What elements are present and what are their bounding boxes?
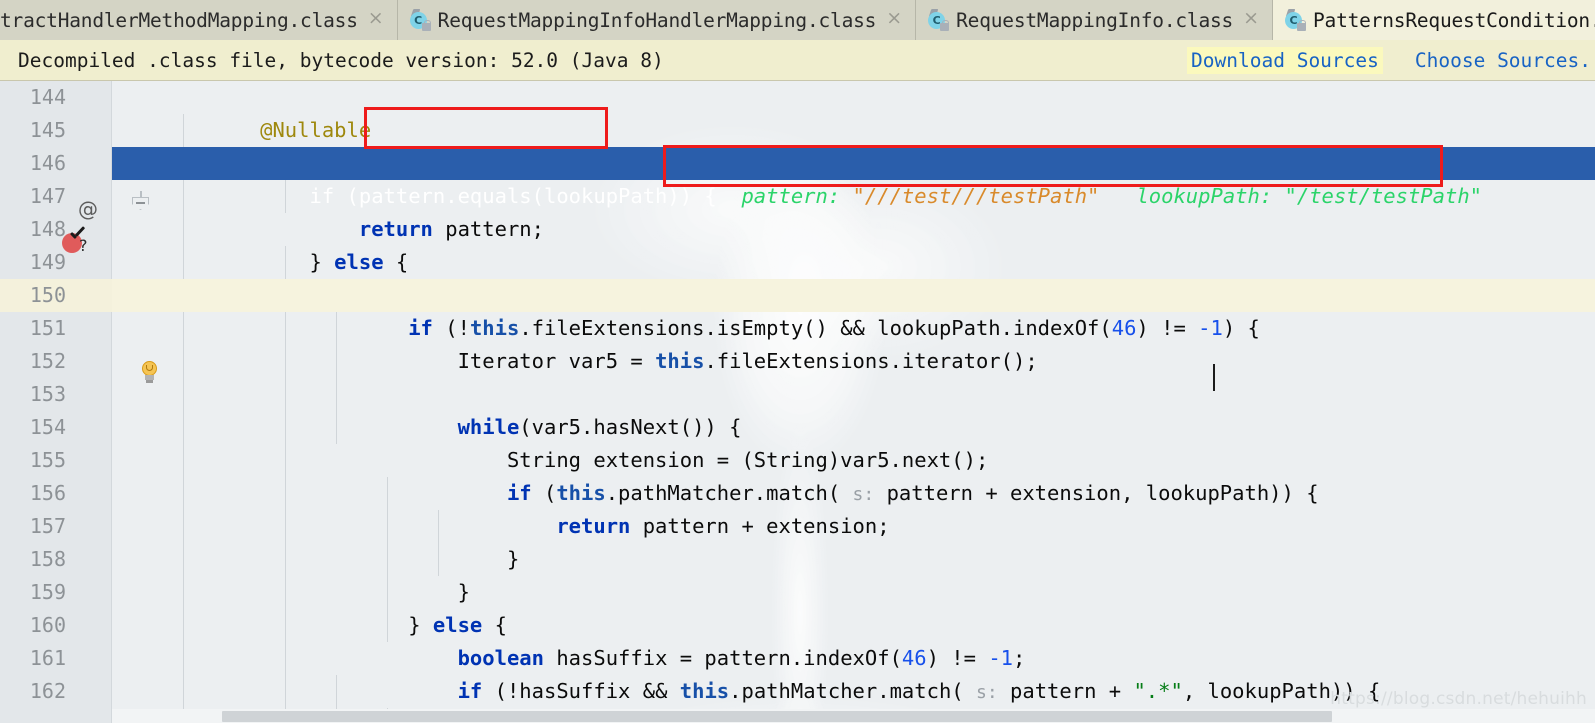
line-number: 152 <box>29 349 66 373</box>
editor-tab-2[interactable]: C RequestMappingInfoHandlerMapping.class… <box>397 0 917 40</box>
line-number: 150 <box>29 283 66 307</box>
java-class-icon: C <box>928 9 950 31</box>
notification-links: Download Sources Choose Sources. <box>1187 46 1595 74</box>
line-number: 145 <box>29 118 66 142</box>
code-line-157[interactable]: } <box>112 510 1595 571</box>
line-number: 159 <box>29 580 66 604</box>
code-line-149[interactable]: if (this.useSuffixPatternMatch) { <box>112 246 1595 307</box>
code-line-160[interactable]: boolean hasSuffix = pattern.indexOf(46) … <box>112 609 1595 670</box>
code-line-156[interactable]: return pattern + extension; <box>112 477 1595 538</box>
breakpoint-verified-conditional-icon[interactable]: ? <box>62 229 92 257</box>
editor-tab-label: tractHandlerMethodMapping.class <box>0 8 358 32</box>
line-number: 156 <box>29 481 66 505</box>
code-line-161[interactable]: if (!hasSuffix && this.pathMatcher.match… <box>112 642 1595 703</box>
editor-tab-label: RequestMappingInfo.class <box>956 8 1234 32</box>
horizontal-scrollbar-thumb[interactable] <box>222 711 1332 722</box>
code-line-144[interactable]: @Nullable <box>112 81 1595 142</box>
line-number: 161 <box>29 646 66 670</box>
at-sign-icon[interactable]: @ <box>78 199 98 219</box>
code-line-145[interactable]: private String getMatchingPattern(String… <box>112 114 1595 175</box>
code-line-155[interactable]: if (this.pathMatcher.match( s: pattern +… <box>112 444 1595 505</box>
code-line-154[interactable]: String extension = (String)var5.next(); <box>112 411 1595 472</box>
choose-sources-link[interactable]: Choose Sources. <box>1411 47 1595 74</box>
close-icon[interactable]: × <box>1240 9 1262 31</box>
line-number: 153 <box>29 382 66 406</box>
line-number: 162 <box>29 679 66 703</box>
code-line-151[interactable]: Iterator var5 = this.fileExtensions.iter… <box>112 312 1595 373</box>
editor-tab-bar: tractHandlerMethodMapping.class × C Requ… <box>0 0 1595 40</box>
code-line-153[interactable]: while(var5.hasNext()) { <box>112 378 1595 439</box>
line-number: 155 <box>29 448 66 472</box>
line-number: 148 <box>29 217 66 241</box>
code-line-158[interactable]: } <box>112 543 1595 604</box>
code-line-152-blank[interactable] <box>112 345 1595 378</box>
page-watermark: https://blog.csdn.net/hehuihh <box>1330 689 1587 709</box>
code-line-150-caret[interactable]: if (!this.fileExtensions.isEmpty() && lo… <box>112 279 1595 340</box>
editor-tab-3[interactable]: C RequestMappingInfo.class × <box>916 0 1274 40</box>
editor-tab-4-active[interactable]: C PatternsRequestCondition.class × <box>1273 0 1595 40</box>
line-number: 147 <box>29 184 66 208</box>
line-number: 146 <box>29 151 66 175</box>
editor-tab-label: PatternsRequestCondition.class <box>1313 8 1595 32</box>
editor-tab-label: RequestMappingInfoHandlerMapping.class <box>437 8 877 32</box>
notification-message: Decompiled .class file, bytecode version… <box>18 48 664 72</box>
horizontal-scrollbar[interactable] <box>112 709 1595 723</box>
java-class-icon: C <box>1285 9 1307 31</box>
editor-tab-1[interactable]: tractHandlerMethodMapping.class × <box>0 0 398 40</box>
close-icon[interactable]: × <box>883 9 905 31</box>
code-line-146-current-statement[interactable]: if (pattern.equals(lookupPath)) { patter… <box>112 147 1595 208</box>
line-number: 151 <box>29 316 66 340</box>
line-number: 160 <box>29 613 66 637</box>
code-line-148[interactable]: } else { <box>112 213 1595 274</box>
decompiled-notification-bar: Decompiled .class file, bytecode version… <box>0 40 1595 81</box>
text-caret <box>1213 364 1215 391</box>
line-number: 157 <box>29 514 66 538</box>
line-number: 158 <box>29 547 66 571</box>
download-sources-link[interactable]: Download Sources <box>1187 46 1383 74</box>
code-line-159[interactable]: } else { <box>112 576 1595 637</box>
code-editor[interactable]: 144 145 146 147 148 149 150 151 152 153 … <box>0 81 1595 723</box>
code-line-147[interactable]: return pattern; <box>112 180 1595 241</box>
close-icon[interactable]: × <box>365 9 387 31</box>
line-number: 154 <box>29 415 66 439</box>
line-number: 149 <box>29 250 66 274</box>
java-class-icon: C <box>409 9 431 31</box>
line-number: 144 <box>29 85 66 109</box>
